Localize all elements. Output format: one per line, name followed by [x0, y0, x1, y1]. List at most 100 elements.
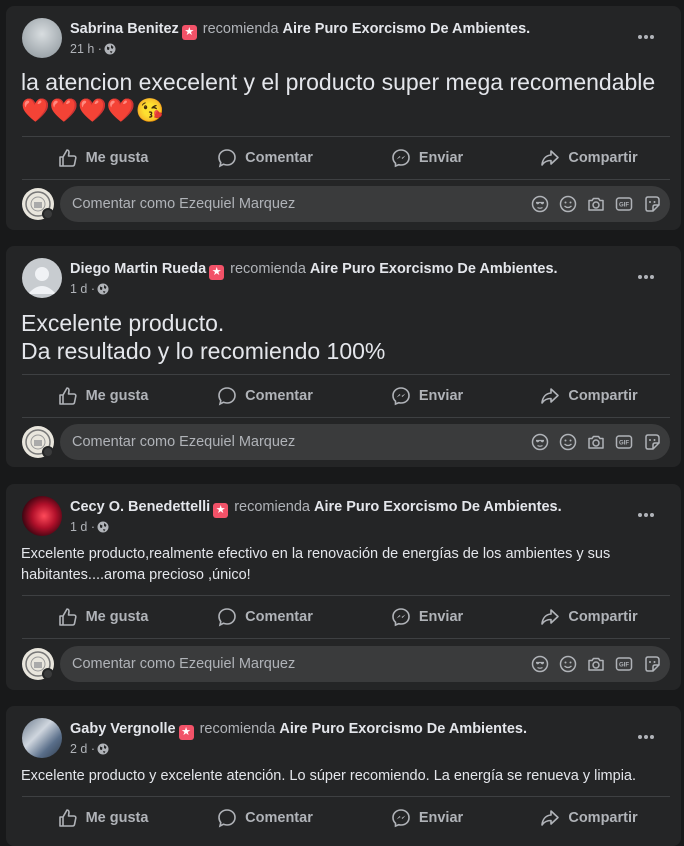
comment-input[interactable]: Comentar como Ezequiel Marquez GIF — [60, 424, 670, 460]
more-options-icon[interactable] — [637, 504, 661, 524]
gif-icon[interactable]: GIF — [614, 432, 634, 452]
svg-text:GIF: GIF — [619, 441, 629, 447]
thumbs-up-icon — [58, 809, 77, 827]
comment-button[interactable]: Comentar — [184, 137, 346, 179]
comment-label: Comentar — [245, 388, 313, 404]
comment-placeholder: Comentar como Ezequiel Marquez — [72, 196, 296, 212]
globe-icon — [97, 521, 109, 533]
share-button[interactable]: Compartir — [508, 375, 670, 417]
recommend-badge-icon: ★ — [178, 725, 194, 740]
chevron-down-icon[interactable] — [42, 668, 54, 680]
comment-icon — [218, 149, 236, 168]
post-meta: 1 d · — [70, 520, 109, 534]
like-button[interactable]: Me gusta — [22, 375, 184, 417]
globe-icon — [97, 283, 109, 295]
chevron-down-icon[interactable] — [42, 208, 54, 220]
action-bar: Me gusta Comentar Enviar Compartir — [22, 136, 670, 180]
avatar[interactable] — [22, 496, 62, 536]
comment-placeholder: Comentar como Ezequiel Marquez — [72, 434, 296, 450]
messenger-icon — [392, 608, 410, 627]
send-button[interactable]: Enviar — [346, 375, 508, 417]
avatar-sticker-icon[interactable] — [530, 194, 550, 214]
camera-icon[interactable] — [586, 432, 606, 452]
more-options-icon[interactable] — [637, 26, 661, 46]
comment-label: Comentar — [245, 609, 313, 625]
camera-icon[interactable] — [586, 654, 606, 674]
emoji-icon[interactable] — [558, 654, 578, 674]
action-bar: Me gusta Comentar Enviar Compartir — [22, 595, 670, 639]
comment-button[interactable]: Comentar — [184, 375, 346, 417]
comment-input[interactable]: Comentar como Ezequiel Marquez GIF — [60, 646, 670, 682]
post-time[interactable]: 2 d · — [70, 742, 95, 756]
author-name[interactable]: Cecy O. Benedettelli — [70, 499, 210, 515]
globe-icon — [104, 43, 116, 55]
share-button[interactable]: Compartir — [508, 137, 670, 179]
recommends-label: recomienda — [202, 21, 279, 37]
post-header: Gaby Vergnolle ★ recomienda Aire Puro Exorc… — [22, 718, 665, 758]
author-name[interactable]: Diego Martin Rueda — [70, 261, 206, 277]
page-name-link[interactable]: Aire Puro Exorcismo De Ambientes. — [283, 21, 531, 37]
author-name[interactable]: Sabrina Benitez — [70, 21, 179, 37]
sticker-icon[interactable] — [642, 432, 662, 452]
recommend-badge-icon: ★ — [181, 25, 197, 40]
chevron-down-icon[interactable] — [42, 446, 54, 458]
post-text: Excelente producto. Da resultado y lo re… — [21, 310, 386, 364]
post-time[interactable]: 21 h · — [70, 42, 102, 56]
send-button[interactable]: Enviar — [346, 797, 508, 839]
gif-icon[interactable]: GIF — [614, 654, 634, 674]
avatar[interactable] — [22, 718, 62, 758]
comment-icon — [218, 387, 236, 406]
comment-label: Comentar — [245, 810, 313, 826]
globe-icon — [97, 743, 109, 755]
gif-icon[interactable]: GIF — [614, 194, 634, 214]
avatar-sticker-icon[interactable] — [530, 432, 550, 452]
like-button[interactable]: Me gusta — [22, 596, 184, 638]
more-options-icon[interactable] — [637, 266, 661, 286]
messenger-icon — [392, 809, 410, 828]
post-time[interactable]: 1 d · — [70, 282, 95, 296]
like-label: Me gusta — [85, 388, 149, 404]
share-button[interactable]: Compartir — [508, 797, 670, 839]
post-card: Diego Martin Rueda ★ recomienda Aire Puro E… — [6, 246, 681, 467]
comment-label: Comentar — [245, 150, 313, 166]
messenger-icon — [392, 387, 410, 406]
avatar[interactable] — [22, 258, 62, 298]
post-header: Diego Martin Rueda ★ recomienda Aire Puro E… — [22, 258, 665, 298]
comment-composer: Comentar como Ezequiel Marquez GIF — [22, 186, 670, 222]
post-meta: 21 h · — [70, 42, 116, 56]
comment-input[interactable]: Comentar como Ezequiel Marquez GIF — [60, 186, 670, 222]
share-icon — [541, 810, 560, 826]
avatar-sticker-icon[interactable] — [530, 654, 550, 674]
share-label: Compartir — [568, 810, 638, 826]
svg-text:GIF: GIF — [619, 203, 629, 209]
messenger-icon — [392, 149, 410, 168]
page-name-link[interactable]: Aire Puro Exorcismo De Ambientes. — [279, 721, 527, 737]
emoji-icon[interactable] — [558, 432, 578, 452]
camera-icon[interactable] — [586, 194, 606, 214]
share-label: Compartir — [568, 388, 638, 404]
share-button[interactable]: Compartir — [508, 596, 670, 638]
post-card: Sabrina Benitez ★ recomienda Aire Puro Exor… — [6, 6, 681, 230]
like-button[interactable]: Me gusta — [22, 797, 184, 839]
like-button[interactable]: Me gusta — [22, 137, 184, 179]
more-options-icon[interactable] — [637, 726, 661, 746]
page-name-link[interactable]: Aire Puro Exorcismo De Ambientes. — [314, 499, 562, 515]
sticker-icon[interactable] — [642, 194, 662, 214]
like-label: Me gusta — [85, 810, 149, 826]
emoji-icon[interactable] — [558, 194, 578, 214]
post-text: la atencion execelent y el producto supe… — [21, 69, 656, 123]
post-header: Cecy O. Benedettelli ★ recomienda Aire Puro… — [22, 496, 665, 536]
send-button[interactable]: Enviar — [346, 596, 508, 638]
comment-icon — [218, 608, 236, 627]
send-button[interactable]: Enviar — [346, 137, 508, 179]
post-time[interactable]: 1 d · — [70, 520, 95, 534]
svg-text:GIF: GIF — [619, 663, 629, 669]
comment-button[interactable]: Comentar — [184, 596, 346, 638]
thumbs-up-icon — [58, 149, 77, 167]
page-name-link[interactable]: Aire Puro Exorcismo De Ambientes. — [310, 261, 558, 277]
avatar[interactable] — [22, 18, 62, 58]
comment-button[interactable]: Comentar — [184, 797, 346, 839]
author-name[interactable]: Gaby Vergnolle — [70, 721, 176, 737]
sticker-icon[interactable] — [642, 654, 662, 674]
recommends-label: recomienda — [199, 721, 276, 737]
